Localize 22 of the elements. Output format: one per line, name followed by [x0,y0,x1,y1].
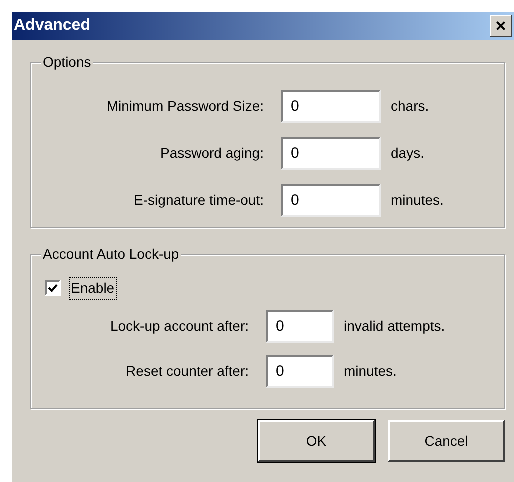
field-label: Reset counter after: [125,362,250,381]
field-label: Minimum Password Size: [106,97,265,116]
field-label: E-signature time-out: [133,191,265,210]
check-icon [48,283,58,293]
dialog-button[interactable]: OK [258,420,375,462]
input-field[interactable]: 0 [281,184,381,217]
input-field[interactable]: 0 [266,310,334,343]
input-field[interactable]: 0 [266,355,334,388]
dialog-button[interactable]: Cancel [388,420,505,462]
unit-label: minutes. [343,362,397,381]
unit-label: minutes. [390,191,444,210]
field-label: Lock-up account after: [109,317,250,336]
checkbox[interactable] [45,280,61,296]
unit-label: chars. [390,97,430,116]
checkbox-label[interactable]: Enable [69,276,117,300]
input-field[interactable]: 0 [281,137,381,170]
input-field[interactable]: 0 [281,90,381,123]
unit-label: invalid attempts. [343,317,446,336]
close-button[interactable]: × [490,15,512,37]
unit-label: days. [390,144,424,163]
window-title: Advanced [14,16,90,36]
field-label: Password aging: [159,144,265,163]
